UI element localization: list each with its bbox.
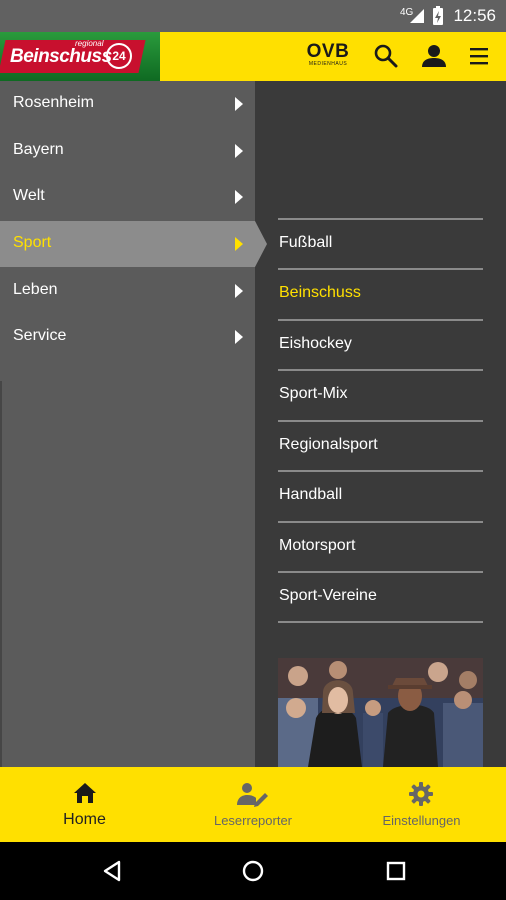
bottom-navigation: Home Leserreporter Einstellungen: [0, 767, 506, 842]
submenu-item-motorsport[interactable]: Motorsport: [278, 521, 483, 573]
ovb-logo[interactable]: OVB MEDIENHAUS: [305, 42, 351, 72]
active-pointer: [255, 221, 267, 267]
back-icon[interactable]: [100, 859, 124, 883]
signal-icon: [410, 9, 424, 23]
menu-item-leben[interactable]: Leben: [0, 268, 255, 314]
tab-home[interactable]: Home: [0, 767, 169, 842]
submenu-item-regionalsport[interactable]: Regionalsport: [278, 420, 483, 472]
chevron-right-icon: [235, 330, 243, 344]
gear-icon: [409, 782, 433, 806]
beinschuss-logo[interactable]: regional Beinschuss 24: [0, 32, 160, 81]
menu-item-welt[interactable]: Welt: [0, 174, 255, 220]
submenu-item-fussball[interactable]: Fußball: [278, 218, 483, 270]
account-icon[interactable]: [420, 42, 448, 70]
chevron-right-icon: [235, 144, 243, 158]
app-bar: regional Beinschuss 24 OVB MEDIENHAUS: [0, 32, 506, 81]
chevron-right-icon: [235, 97, 243, 111]
chevron-right-icon: [235, 190, 243, 204]
submenu-item-eishockey[interactable]: Eishockey: [278, 319, 483, 371]
menu-item-rosenheim[interactable]: Rosenheim: [0, 81, 255, 127]
submenu-item-sport-mix[interactable]: Sport-Mix: [278, 369, 483, 421]
chevron-right-icon: [235, 237, 243, 251]
submenu-item-sport-vereine[interactable]: Sport-Vereine: [278, 571, 483, 623]
clock: 12:56: [453, 6, 496, 25]
menu-item-sport[interactable]: Sport: [0, 221, 255, 267]
article-teaser-photo[interactable]: [278, 658, 483, 767]
divider: [278, 621, 483, 623]
logo-brand: Beinschuss: [10, 46, 112, 67]
chevron-right-icon: [235, 284, 243, 298]
submenu-item-handball[interactable]: Handball: [278, 470, 483, 522]
home-icon: [74, 783, 96, 803]
reporter-icon: [237, 783, 268, 807]
tab-leserreporter[interactable]: Leserreporter: [169, 767, 337, 842]
submenu-item-beinschuss[interactable]: Beinschuss: [278, 268, 483, 320]
menu-item-service[interactable]: Service: [0, 314, 255, 360]
menu-item-bayern[interactable]: Bayern: [0, 128, 255, 174]
recents-icon[interactable]: [384, 859, 408, 883]
home-circle-icon[interactable]: [241, 859, 265, 883]
status-bar: 4G 12:56: [0, 0, 506, 32]
search-icon[interactable]: [372, 42, 400, 70]
logo-badge: 24: [106, 43, 132, 69]
tab-einstellungen[interactable]: Einstellungen: [337, 767, 506, 842]
system-navigation-bar: [0, 842, 506, 900]
hamburger-menu-icon[interactable]: [466, 42, 494, 70]
battery-icon: [433, 6, 443, 25]
